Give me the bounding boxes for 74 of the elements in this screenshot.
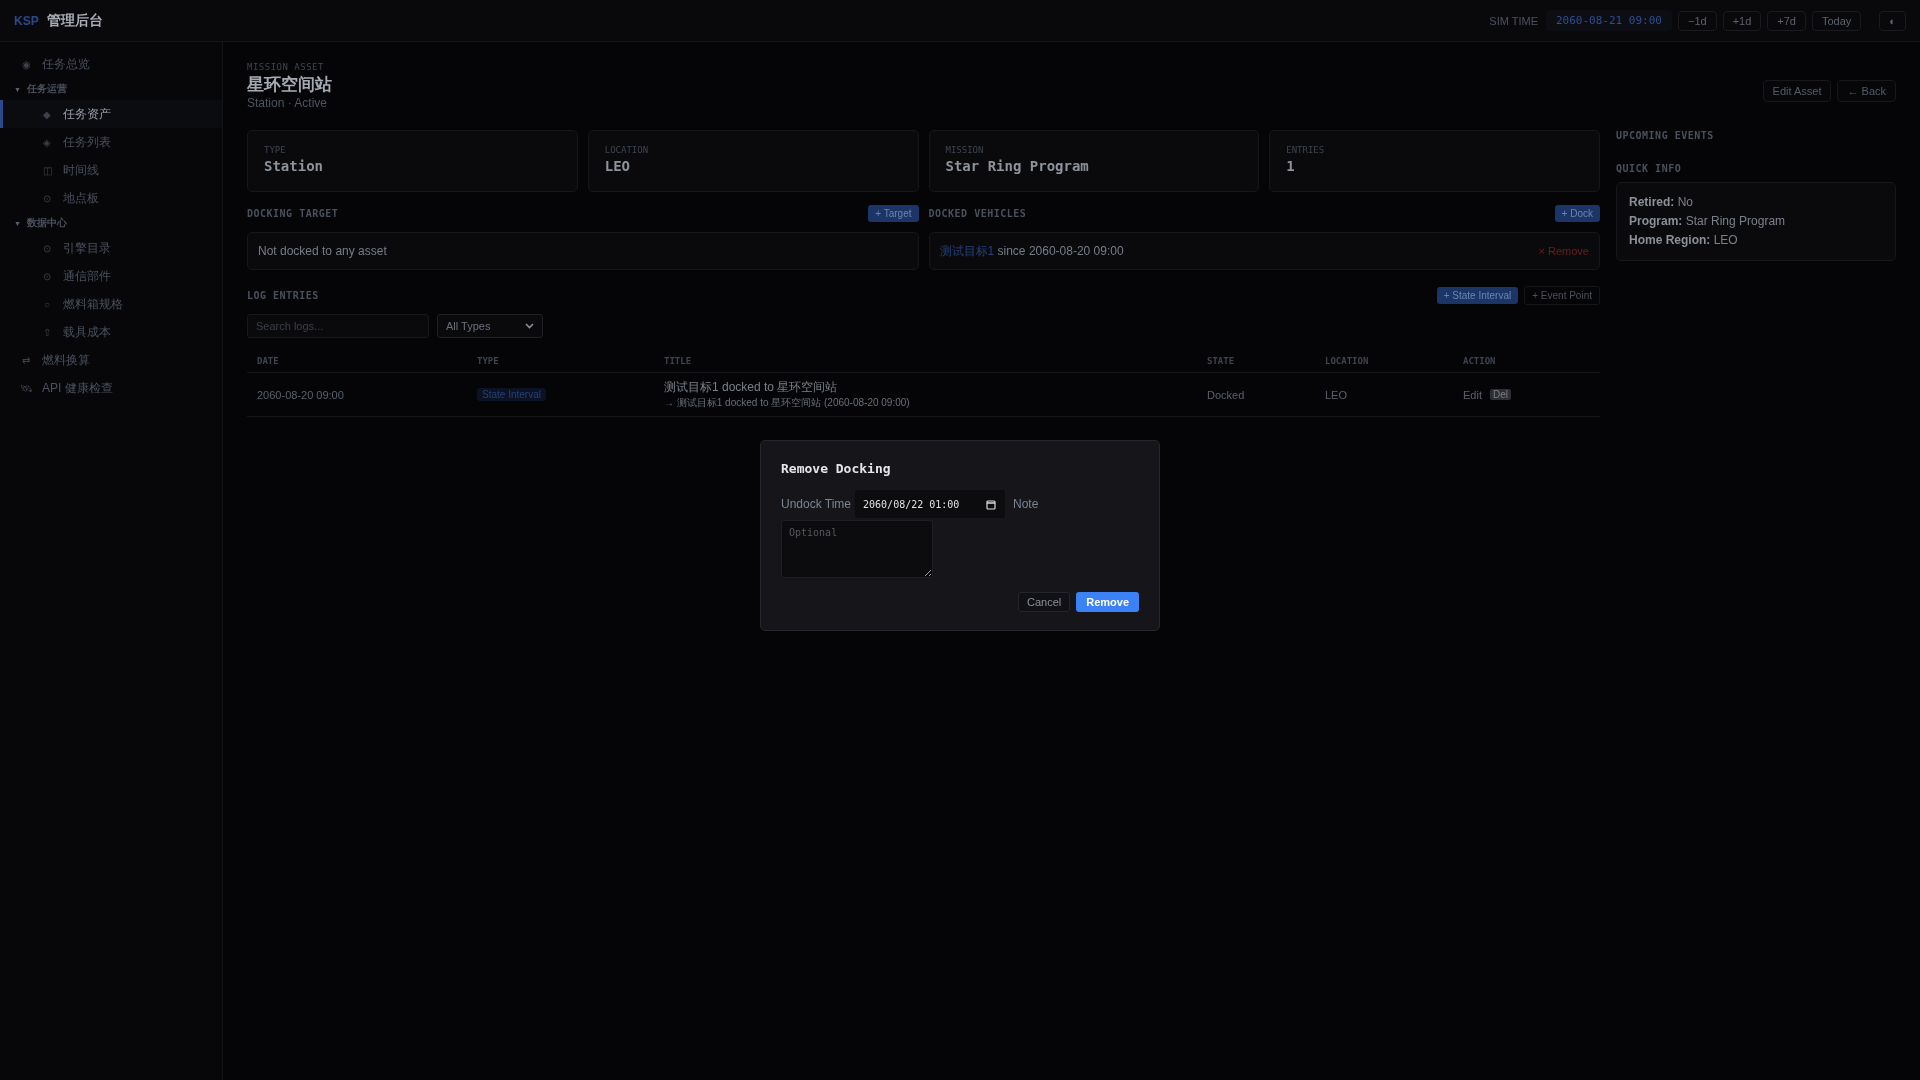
sim-time-value: 2060-08-21 09:00 [1546,10,1672,31]
add-target-button[interactable]: + Target [868,204,919,222]
remove-link[interactable]: × Remove [1538,245,1589,257]
entry-detail: → 测试目标1 docked to 星环空间站 (2060-08-20 09:00) [664,396,910,410]
page-title: 星环空间站 [247,74,332,96]
time-step-button[interactable]: Today [1812,10,1862,31]
field-label: Undock Time [781,497,852,511]
table-cell: Docked [1207,388,1245,401]
sidebar-item[interactable]: ⊙ 地点板 [0,184,222,212]
column-header: LOCATION [1315,350,1453,373]
section-title: DOCKING TARGET [247,207,339,219]
sidebar-item[interactable]: 🛰 API 健康检查 [0,374,222,402]
header-button[interactable]: ← Back [1837,80,1896,102]
header-button[interactable]: Edit Asset [1762,80,1832,102]
chevron-down-icon [525,323,534,329]
datetime-field[interactable]: 2060/08/22 01:00 [855,490,1006,518]
sidebar-item[interactable]: ◈ 任务列表 [0,128,222,156]
info-line: Home Region: LEO [1629,232,1739,249]
sidebar-item[interactable]: ○ 燃料箱规格 [0,290,222,318]
column-header: DATE [247,350,467,373]
column-header: TYPE [467,350,654,373]
entry-title: 测试目标1 docked to 星环空间站 [664,379,838,396]
info-line: Retired: No [1629,194,1695,211]
app-title: 管理后台 [46,11,103,30]
page-subtitle: Station · Active [247,96,329,110]
section-title: UPCOMING EVENTS [1616,130,1715,141]
sim-time-label: SIM TIME [1489,14,1538,27]
stat-value: LEO [604,158,632,174]
empty-message: Not docked to any asset [258,244,387,258]
stat-label: LOCATION [604,145,650,155]
note-field[interactable]: Optional [781,520,933,578]
time-step-button[interactable]: +1d [1722,10,1762,31]
stat-value: 1 [1286,158,1296,174]
cancel-button[interactable]: Cancel [1017,592,1071,612]
stat-label: MISSION [945,145,985,155]
table-cell: LEO [1325,388,1347,401]
sidebar-item[interactable]: ⊙ 引擎目录 [0,234,222,262]
column-header: STATE [1197,350,1315,373]
type-tag: State Interval [477,388,546,401]
type-filter-dropdown[interactable]: All Types [437,314,543,338]
sidebar-item[interactable]: ◉ 任务总览 [0,50,222,78]
stat-label: TYPE [264,145,287,155]
delete-button[interactable]: Del [1489,389,1511,400]
remove-button[interactable]: Remove [1076,592,1139,612]
info-line: Program: Star Ring Program [1629,213,1787,230]
section-title: QUICK INFO [1616,163,1683,174]
calendar-icon[interactable] [986,499,997,510]
page-eyebrow: MISSION ASSET [247,62,325,72]
section-title: LOG ENTRIES [247,289,319,301]
time-step-button[interactable]: −1d [1677,10,1717,31]
dialog-title: Remove Docking [781,461,892,476]
edit-link[interactable]: Edit [1463,388,1482,401]
sidebar-item[interactable]: ⊙ 通信部件 [0,262,222,290]
sidebar-item[interactable]: ⇄ 燃料换算 [0,346,222,374]
logo: KSP [14,13,39,28]
sidebar-item[interactable]: ◆ 任务资产 [0,100,222,128]
vehicle-link[interactable]: 测试目标1 [939,243,995,258]
field-label: Note [1013,497,1039,511]
add-event-point-button[interactable]: + Event Point [1524,285,1600,305]
theme-toggle-button[interactable]: ◐ [1879,10,1906,31]
table-cell: 2060-08-20 09:00 [257,388,344,401]
docked-since: since 2060-08-20 09:00 [997,243,1124,258]
column-header: TITLE [654,350,1197,373]
sidebar-item[interactable]: ⇧ 载具成本 [0,318,222,346]
stat-value: Station [264,158,324,174]
section-title: DOCKED VEHICLES [928,207,1027,219]
time-step-button[interactable]: +7d [1767,10,1806,31]
stat-value: Star Ring Program [945,158,1090,174]
stat-label: ENTRIES [1286,145,1326,155]
sidebar-item[interactable]: ◫ 时间线 [0,156,222,184]
add-dock-button[interactable]: + Dock [1554,204,1600,222]
column-header: ACTION [1453,350,1600,373]
search-field[interactable]: Search logs... [247,314,429,338]
add-state-interval-button[interactable]: + State Interval [1436,286,1519,304]
